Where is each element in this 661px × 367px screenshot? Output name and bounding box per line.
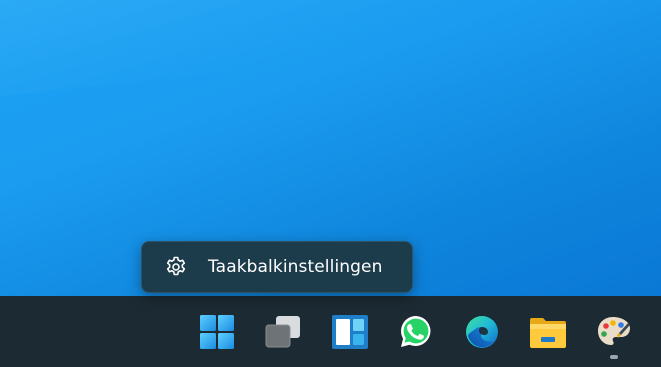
gear-icon xyxy=(164,255,188,279)
folder-icon[interactable] xyxy=(528,312,568,352)
menu-item-label: Taakbalkinstellingen xyxy=(208,257,383,277)
widgets-icon[interactable] xyxy=(330,312,370,352)
running-indicator xyxy=(610,355,618,359)
whatsapp-icon[interactable] xyxy=(396,312,436,352)
windows-start-icon[interactable] xyxy=(197,312,237,352)
edge-icon[interactable] xyxy=(462,312,502,352)
taskbar-settings-menu-item[interactable]: Taakbalkinstellingen xyxy=(141,241,413,293)
wallpaper-sheen xyxy=(0,0,661,100)
paint-icon[interactable] xyxy=(594,312,634,352)
task-view-icon[interactable] xyxy=(263,312,303,352)
